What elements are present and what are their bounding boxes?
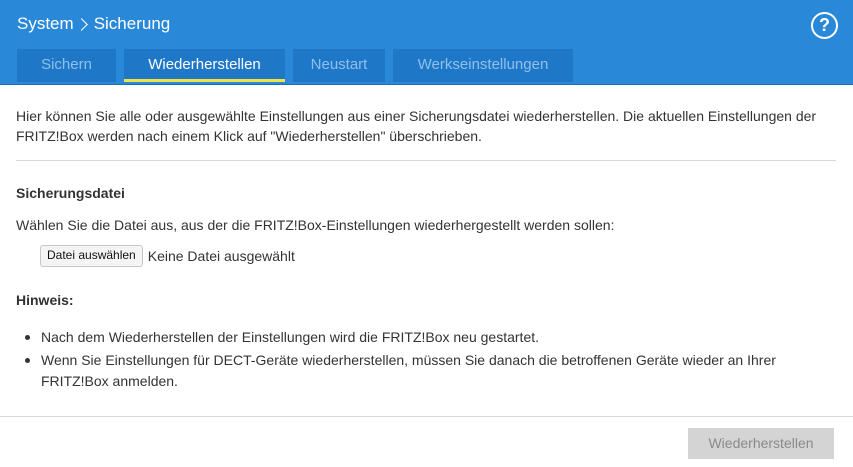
section-title-sicherungsdatei: Sicherungsdatei (16, 185, 125, 201)
main-content: Hier können Sie alle oder ausgewählte Ei… (16, 84, 836, 146)
breadcrumb: System Sicherung (17, 14, 170, 34)
divider (16, 160, 836, 161)
tab-wiederherstellen[interactable]: Wiederherstellen (124, 49, 285, 82)
note-list: Nach dem Wiederherstellen der Einstellun… (16, 327, 826, 394)
section-title-hinweis: Hinweis: (16, 292, 74, 308)
tab-werkseinstellungen[interactable]: Werkseinstellungen (393, 49, 573, 82)
note-item-text: Wenn Sie Einstellungen für DECT-Geräte w… (41, 352, 776, 389)
restore-button[interactable]: Wiederherstellen (688, 428, 834, 459)
breadcrumb-system[interactable]: System (17, 14, 74, 34)
choose-file-button[interactable]: Datei auswählen (40, 245, 143, 267)
intro-text: Hier können Sie alle oder ausgewählte Ei… (16, 108, 817, 144)
list-item: Nach dem Wiederherstellen der Einstellun… (16, 327, 826, 348)
file-description: Wählen Sie die Datei aus, aus der die FR… (16, 217, 615, 233)
footer-divider (0, 416, 853, 417)
header-bar: System Sicherung ? Sichern Wiederherstel… (0, 0, 853, 85)
list-item: Wenn Sie Einstellungen für DECT-Geräte w… (16, 350, 826, 392)
no-file-label: Keine Datei ausgewählt (147, 248, 295, 264)
breadcrumb-sicherung: Sicherung (93, 14, 171, 33)
chevron-right-icon (74, 17, 88, 31)
note-item-text: Nach dem Wiederherstellen der Einstellun… (41, 329, 540, 345)
tab-sichern[interactable]: Sichern (17, 49, 116, 82)
bullet-icon (25, 335, 30, 340)
help-icon[interactable]: ? (811, 12, 838, 39)
file-picker: Datei auswählen Keine Datei ausgewählt (40, 245, 295, 267)
tab-neustart[interactable]: Neustart (293, 49, 385, 82)
tab-bar: Sichern Wiederherstellen Neustart Werkse… (17, 49, 581, 82)
bullet-icon (25, 358, 30, 363)
